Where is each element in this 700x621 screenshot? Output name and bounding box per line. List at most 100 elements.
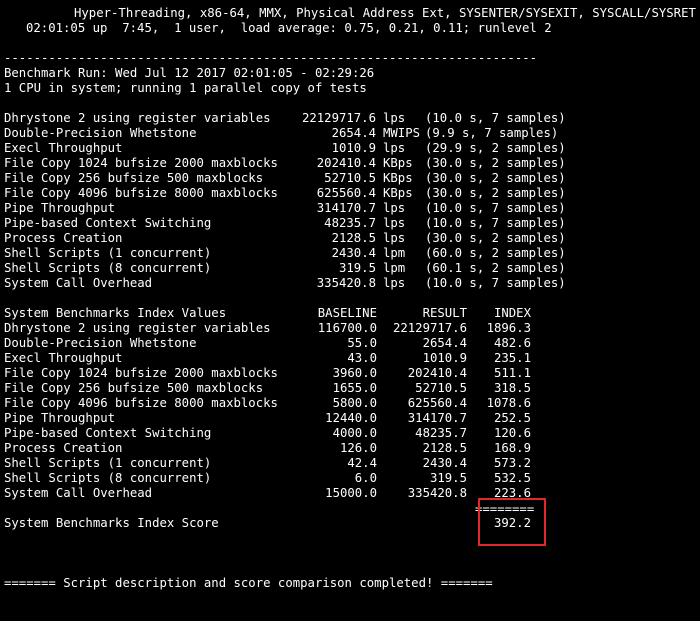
index-row-name: File Copy 4096 bufsize 8000 maxblocks: [4, 396, 278, 410]
index-row-baseline: 3960.0: [332, 366, 377, 380]
index-row-baseline: 42.4: [347, 456, 377, 470]
index-row-name: File Copy 256 bufsize 500 maxblocks: [4, 381, 264, 395]
index-row-baseline: 6.0: [354, 471, 377, 485]
raw-result-detail: (60.1 s, 2 samples): [425, 261, 566, 275]
raw-result-detail: (30.0 s, 2 samples): [425, 231, 566, 245]
raw-result-name: File Copy 4096 bufsize 8000 maxblocks: [4, 186, 278, 200]
index-row-baseline: 1655.0: [332, 381, 377, 395]
raw-result-detail: (29.9 s, 2 samples): [425, 141, 566, 155]
raw-result-unit: lps: [383, 276, 406, 290]
result-column-header: RESULT: [422, 306, 467, 320]
index-row-result: 625560.4: [407, 396, 467, 410]
index-row-index: 532.5: [493, 471, 531, 485]
raw-result-name: File Copy 1024 bufsize 2000 maxblocks: [4, 156, 278, 170]
score-highlight-box: [478, 498, 546, 546]
raw-result-value: 625560.4: [316, 186, 376, 200]
raw-result-name: Shell Scripts (8 concurrent): [4, 261, 212, 275]
raw-result-name: Process Creation: [4, 231, 123, 245]
separator-line: ----------------------------------------…: [4, 51, 538, 65]
raw-result-unit: lps: [383, 231, 406, 245]
raw-result-detail: (9.9 s, 7 samples): [425, 126, 559, 140]
index-column-header: INDEX: [493, 306, 531, 320]
raw-result-value: 48235.7: [324, 216, 376, 230]
raw-result-name: Dhrystone 2 using register variables: [4, 111, 271, 125]
index-row-result: 319.5: [429, 471, 467, 485]
raw-result-unit: lps: [383, 141, 406, 155]
score-label: System Benchmarks Index Score: [4, 516, 219, 530]
cpu-count-line: 1 CPU in system; running 1 parallel copy…: [4, 81, 367, 95]
index-row-baseline: 43.0: [347, 351, 377, 365]
index-row-result: 48235.7: [415, 426, 467, 440]
raw-result-unit: lps: [383, 111, 406, 125]
index-row-baseline: 55.0: [347, 336, 377, 350]
raw-result-unit: MWIPS: [383, 126, 421, 140]
raw-result-value: 52710.5: [324, 171, 376, 185]
baseline-column-header: BASELINE: [317, 306, 377, 320]
raw-result-value: 2654.4: [331, 126, 376, 140]
raw-result-detail: (10.0 s, 7 samples): [425, 201, 566, 215]
index-row-result: 2430.4: [422, 456, 467, 470]
raw-result-detail: (30.0 s, 2 samples): [425, 156, 566, 170]
index-row-index: 511.1: [493, 366, 531, 380]
index-row-result: 1010.9: [422, 351, 467, 365]
raw-result-value: 2128.5: [331, 231, 376, 245]
raw-result-unit: lps: [383, 201, 406, 215]
index-row-index: 1896.3: [486, 321, 531, 335]
raw-result-name: Pipe Throughput: [4, 201, 116, 215]
raw-result-unit: lpm: [383, 246, 406, 260]
index-row-result: 2654.4: [422, 336, 467, 350]
terminal-window[interactable]: Hyper-Threading, x86-64, MMX, Physical A…: [0, 0, 700, 621]
index-row-baseline: 5800.0: [332, 396, 377, 410]
index-row-name: Double-Precision Whetstone: [4, 336, 197, 350]
uptime-line: 02:01:05 up 7:45, 1 user, load average: …: [26, 21, 552, 35]
raw-result-detail: (30.0 s, 2 samples): [425, 171, 566, 185]
raw-result-name: System Call Overhead: [4, 276, 153, 290]
index-row-index: 573.2: [493, 456, 531, 470]
index-row-name: Dhrystone 2 using register variables: [4, 321, 271, 335]
index-row-baseline: 126.0: [339, 441, 377, 455]
benchmark-run-title: Benchmark Run: Wed Jul 12 2017 02:01:05 …: [4, 66, 375, 80]
index-row-result: 202410.4: [407, 366, 467, 380]
raw-result-unit: lpm: [383, 261, 406, 275]
raw-result-detail: (60.0 s, 2 samples): [425, 246, 566, 260]
raw-result-name: Double-Precision Whetstone: [4, 126, 197, 140]
index-row-name: File Copy 1024 bufsize 2000 maxblocks: [4, 366, 278, 380]
index-row-index: 120.6: [493, 426, 531, 440]
index-row-index: 1078.6: [486, 396, 531, 410]
raw-result-unit: lps: [383, 216, 406, 230]
index-row-index: 252.5: [493, 411, 531, 425]
index-row-index: 482.6: [493, 336, 531, 350]
raw-result-value: 314170.7: [316, 201, 376, 215]
index-row-name: Shell Scripts (1 concurrent): [4, 456, 212, 470]
index-row-baseline: 15000.0: [325, 486, 377, 500]
index-row-baseline: 116700.0: [317, 321, 377, 335]
index-table-title: System Benchmarks Index Values: [4, 306, 227, 320]
index-row-index: 235.1: [493, 351, 531, 365]
index-row-name: Pipe-based Context Switching: [4, 426, 212, 440]
raw-result-unit: KBps: [383, 156, 413, 170]
raw-result-unit: KBps: [383, 186, 413, 200]
index-row-index: 168.9: [493, 441, 531, 455]
index-row-result: 335420.8: [407, 486, 467, 500]
raw-result-name: File Copy 256 bufsize 500 maxblocks: [4, 171, 264, 185]
raw-result-unit: KBps: [383, 171, 413, 185]
index-row-index: 318.5: [493, 381, 531, 395]
index-row-result: 22129717.6: [392, 321, 467, 335]
raw-result-value: 319.5: [338, 261, 376, 275]
index-row-name: Pipe Throughput: [4, 411, 116, 425]
index-row-name: Execl Throughput: [4, 351, 123, 365]
completion-footer: ======= Script description and score com…: [4, 576, 493, 590]
index-row-baseline: 12440.0: [325, 411, 377, 425]
raw-result-value: 202410.4: [316, 156, 376, 170]
raw-result-detail: (10.0 s, 7 samples): [425, 216, 566, 230]
raw-result-detail: (30.0 s, 2 samples): [425, 186, 566, 200]
raw-result-name: Execl Throughput: [4, 141, 123, 155]
index-row-baseline: 4000.0: [332, 426, 377, 440]
index-row-name: Process Creation: [4, 441, 123, 455]
raw-result-detail: (10.0 s, 7 samples): [425, 276, 566, 290]
raw-result-value: 2430.4: [331, 246, 376, 260]
index-row-name: System Call Overhead: [4, 486, 153, 500]
index-row-result: 52710.5: [415, 381, 467, 395]
raw-result-name: Shell Scripts (1 concurrent): [4, 246, 212, 260]
raw-result-value: 335420.8: [316, 276, 376, 290]
